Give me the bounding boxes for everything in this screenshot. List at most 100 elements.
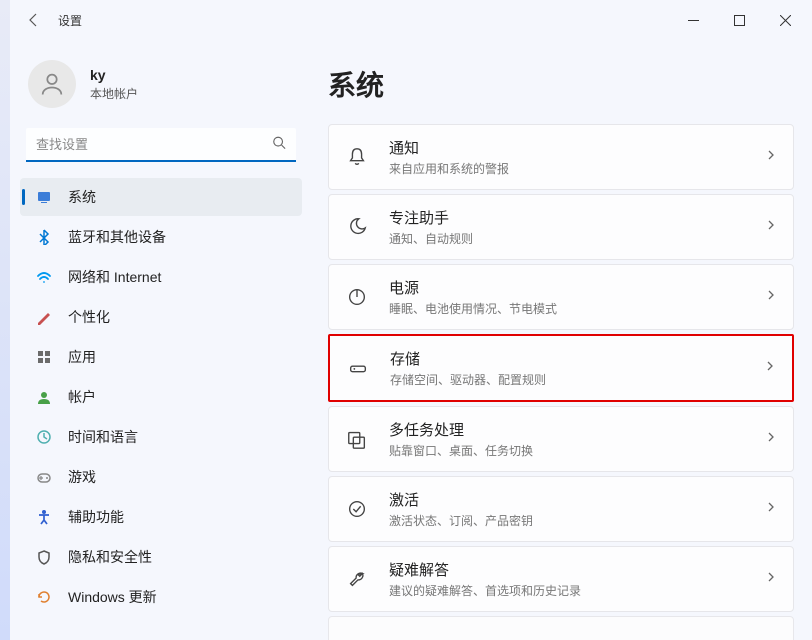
settings-card-moon[interactable]: 专注助手通知、自动规则 — [328, 194, 794, 260]
back-button[interactable] — [14, 0, 54, 40]
sidebar-item-gaming[interactable]: 游戏 — [20, 458, 302, 496]
sidebar: ky 本地帐户 系统蓝牙和其他设备网络和 Internet 个性化应用帐户时间和语… — [10, 40, 310, 640]
settings-card-storage[interactable]: 存储存储空间、驱动器、配置规则 — [328, 334, 794, 402]
chevron-right-icon — [765, 500, 777, 518]
sidebar-item-accounts[interactable]: 帐户 — [20, 378, 302, 416]
card-text: 存储存储空间、驱动器、配置规则 — [390, 348, 764, 388]
card-subtitle: 建议的疑难解答、首选项和历史记录 — [389, 582, 765, 599]
sidebar-item-label: 时间和语言 — [68, 427, 138, 447]
sidebar-item-label: 游戏 — [68, 467, 96, 487]
close-icon — [780, 15, 791, 26]
nav-list: 系统蓝牙和其他设备网络和 Internet 个性化应用帐户时间和语言游戏辅助功能隐… — [20, 178, 302, 630]
wifi-icon — [34, 267, 54, 287]
page-title: 系统 — [328, 64, 794, 104]
settings-card-activate[interactable]: 激活激活状态、订阅、产品密钥 — [328, 476, 794, 542]
settings-card-bell[interactable]: 通知来自应用和系统的警报 — [328, 124, 794, 190]
sidebar-item-label: 隐私和安全性 — [68, 547, 152, 567]
window-title: 设置 — [58, 12, 670, 29]
sidebar-item-label: Windows 更新 — [68, 587, 157, 607]
storage-icon — [346, 356, 370, 380]
search-box — [26, 128, 296, 162]
accounts-icon — [34, 387, 54, 407]
user-type: 本地帐户 — [90, 85, 138, 102]
sidebar-item-label: 应用 — [68, 347, 96, 367]
content-area: ky 本地帐户 系统蓝牙和其他设备网络和 Internet 个性化应用帐户时间和语… — [10, 40, 812, 640]
card-list: 通知来自应用和系统的警报专注助手通知、自动规则电源睡眠、电池使用情况、节电模式存… — [328, 124, 794, 640]
card-subtitle: 通知、自动规则 — [389, 230, 765, 247]
minimize-button[interactable] — [670, 4, 716, 36]
card-text: 通知来自应用和系统的警报 — [389, 137, 765, 177]
settings-card-multitask[interactable]: 多任务处理贴靠窗口、桌面、任务切换 — [328, 406, 794, 472]
bell-icon — [345, 145, 369, 169]
card-text: 专注助手通知、自动规则 — [389, 207, 765, 247]
main-panel: 系统 通知来自应用和系统的警报专注助手通知、自动规则电源睡眠、电池使用情况、节电… — [310, 40, 812, 640]
sidebar-item-update[interactable]: Windows 更新 — [20, 578, 302, 616]
chevron-right-icon — [765, 430, 777, 448]
user-text: ky 本地帐户 — [90, 67, 138, 102]
sidebar-item-label: 蓝牙和其他设备 — [68, 227, 166, 247]
sidebar-item-label: 个性化 — [68, 307, 110, 327]
chevron-right-icon — [765, 218, 777, 236]
moon-icon — [345, 215, 369, 239]
card-text: 电源睡眠、电池使用情况、节电模式 — [389, 277, 765, 317]
bluetooth-icon — [34, 227, 54, 247]
accessibility-icon — [34, 507, 54, 527]
minimize-icon — [688, 15, 699, 26]
time-icon — [34, 427, 54, 447]
card-title: 通知 — [389, 137, 765, 158]
maximize-button[interactable] — [716, 4, 762, 36]
close-button[interactable] — [762, 4, 808, 36]
sidebar-item-label: 系统 — [68, 187, 96, 207]
user-area[interactable]: ky 本地帐户 — [20, 50, 302, 128]
system-icon — [34, 187, 54, 207]
gaming-icon — [34, 467, 54, 487]
card-subtitle: 激活状态、订阅、产品密钥 — [389, 512, 765, 529]
settings-card-power[interactable]: 电源睡眠、电池使用情况、节电模式 — [328, 264, 794, 330]
apps-icon — [34, 347, 54, 367]
card-subtitle: 睡眠、电池使用情况、节电模式 — [389, 300, 765, 317]
chevron-right-icon — [765, 570, 777, 588]
activate-icon — [345, 497, 369, 521]
troubleshoot-icon — [345, 567, 369, 591]
sidebar-item-personalize[interactable]: 个性化 — [20, 298, 302, 336]
update-icon — [34, 587, 54, 607]
power-icon — [345, 285, 369, 309]
sidebar-item-wifi[interactable]: 网络和 Internet — [20, 258, 302, 296]
card-title: 电源 — [389, 277, 765, 298]
sidebar-item-bluetooth[interactable]: 蓝牙和其他设备 — [20, 218, 302, 256]
sidebar-item-privacy[interactable]: 隐私和安全性 — [20, 538, 302, 576]
card-text: 多任务处理贴靠窗口、桌面、任务切换 — [389, 419, 765, 459]
back-arrow-icon — [26, 12, 42, 28]
maximize-icon — [734, 15, 745, 26]
sidebar-item-accessibility[interactable]: 辅助功能 — [20, 498, 302, 536]
card-subtitle: 来自应用和系统的警报 — [389, 160, 765, 177]
window-controls — [670, 4, 808, 36]
sidebar-item-label: 帐户 — [68, 387, 96, 407]
sidebar-item-label: 辅助功能 — [68, 507, 124, 527]
card-subtitle: 存储空间、驱动器、配置规则 — [390, 371, 764, 388]
card-title: 多任务处理 — [389, 419, 765, 440]
sidebar-item-apps[interactable]: 应用 — [20, 338, 302, 376]
settings-card-recovery[interactable]: 恢复 — [328, 616, 794, 640]
privacy-icon — [34, 547, 54, 567]
sidebar-item-system[interactable]: 系统 — [20, 178, 302, 216]
card-title: 存储 — [390, 348, 764, 369]
chevron-right-icon — [764, 359, 776, 377]
chevron-right-icon — [765, 288, 777, 306]
chevron-right-icon — [765, 148, 777, 166]
personalize-icon — [34, 307, 54, 327]
sidebar-item-time[interactable]: 时间和语言 — [20, 418, 302, 456]
card-subtitle: 贴靠窗口、桌面、任务切换 — [389, 442, 765, 459]
titlebar: 设置 — [10, 0, 812, 40]
settings-card-troubleshoot[interactable]: 疑难解答建议的疑难解答、首选项和历史记录 — [328, 546, 794, 612]
card-text: 疑难解答建议的疑难解答、首选项和历史记录 — [389, 559, 765, 599]
user-name: ky — [90, 67, 138, 83]
recovery-icon — [345, 636, 369, 640]
card-title: 激活 — [389, 489, 765, 510]
sidebar-item-label: 网络和 Internet — [68, 267, 161, 287]
card-title: 疑难解答 — [389, 559, 765, 580]
search-input[interactable] — [26, 128, 296, 162]
search-icon — [272, 136, 286, 155]
settings-window: 设置 ky 本地帐户 — [10, 0, 812, 640]
card-text: 激活激活状态、订阅、产品密钥 — [389, 489, 765, 529]
